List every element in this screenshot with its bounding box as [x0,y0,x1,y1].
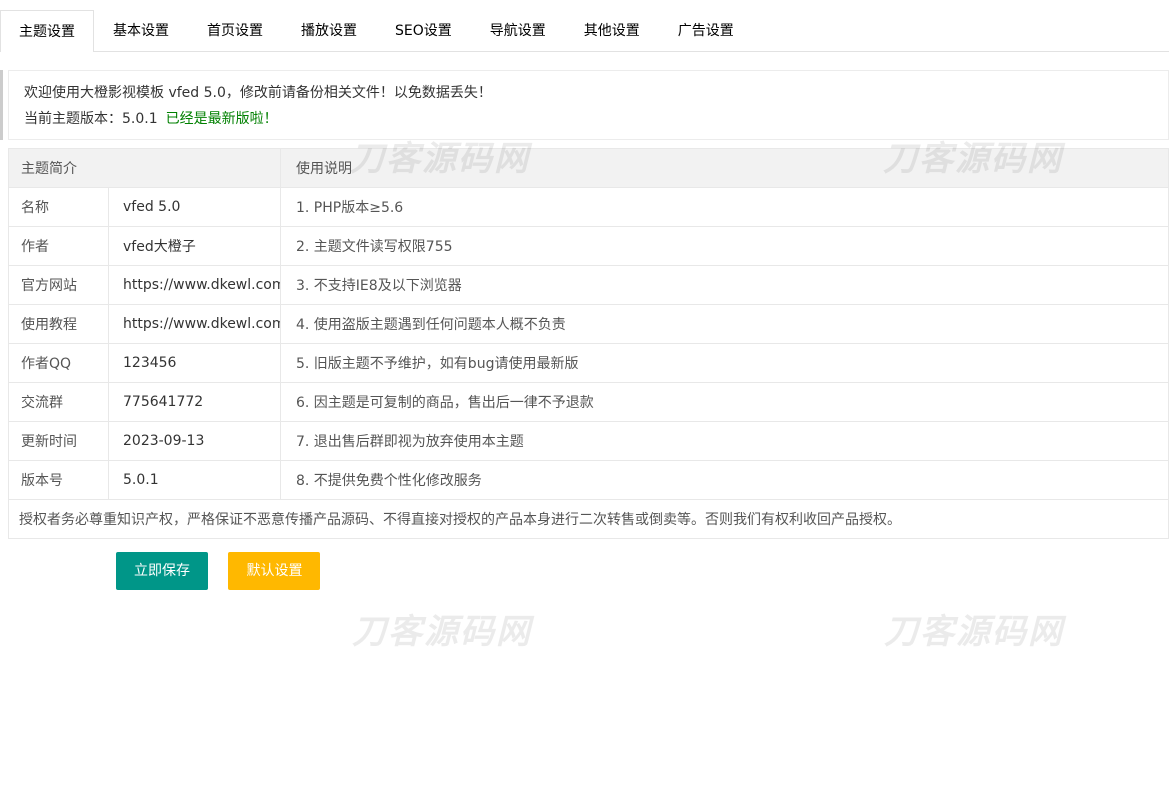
row-label: 版本号 [9,461,109,500]
tab-list: 主题设置 基本设置 首页设置 播放设置 SEO设置 导航设置 其他设置 广告设置 [0,10,1169,52]
current-version-value: 5.0.1 [122,111,158,127]
row-label: 使用教程 [9,305,109,344]
usage-note: 1. PHP版本≥5.6 [281,188,1169,227]
usage-note: 8. 不提供免费个性化修改服务 [281,461,1169,500]
row-value-official-site-link: https://www.dkewl.com [109,266,281,305]
settings-tab-bar: 主题设置 基本设置 首页设置 播放设置 SEO设置 导航设置 其他设置 广告设置 [0,0,1169,52]
row-value: 123456 [109,344,281,383]
row-label: 名称 [9,188,109,227]
row-value: 5.0.1 [109,461,281,500]
usage-note: 4. 使用盗版主题遇到任何问题本人概不负责 [281,305,1169,344]
theme-info-table: 主题简介 使用说明 名称 vfed 5.0 1. PHP版本≥5.6 作者 vf… [8,148,1169,539]
default-settings-button[interactable]: 默认设置 [228,552,320,590]
notice-line-2: 当前主题版本：5.0.1 已经是最新版啦！ [24,106,1153,132]
column-header-usage-notes: 使用说明 [281,149,1169,188]
usage-note: 2. 主题文件读写权限755 [281,227,1169,266]
table-row: 官方网站 https://www.dkewl.com 3. 不支持IE8及以下浏… [9,266,1169,305]
tab-playback-settings[interactable]: 播放设置 [282,10,376,52]
notice-left-accent [0,70,3,140]
table-footer-row: 授权者务必尊重知识产权，严格保证不恶意传播产品源码、不得直接对授权的产品本身进行… [9,500,1169,539]
action-button-row: 立即保存 默认设置 [116,552,1169,590]
row-label: 交流群 [9,383,109,422]
table-row: 版本号 5.0.1 8. 不提供免费个性化修改服务 [9,461,1169,500]
usage-note: 3. 不支持IE8及以下浏览器 [281,266,1169,305]
tab-seo-settings[interactable]: SEO设置 [376,10,471,52]
tab-other-settings[interactable]: 其他设置 [565,10,659,52]
tab-bar-divider [0,51,1169,52]
tab-nav-settings[interactable]: 导航设置 [471,10,565,52]
usage-note: 6. 因主题是可复制的商品，售出后一律不予退款 [281,383,1169,422]
table-row: 作者 vfed大橙子 2. 主题文件读写权限755 [9,227,1169,266]
row-label: 作者QQ [9,344,109,383]
tab-theme-settings[interactable]: 主题设置 [0,10,94,52]
row-value: 2023-09-13 [109,422,281,461]
table-header-row: 主题简介 使用说明 [9,149,1169,188]
tab-ad-settings[interactable]: 广告设置 [659,10,753,52]
table-row: 更新时间 2023-09-13 7. 退出售后群即视为放弃使用本主题 [9,422,1169,461]
usage-note: 7. 退出售后群即视为放弃使用本主题 [281,422,1169,461]
row-value-tutorial-link: https://www.dkewl.com [109,305,281,344]
row-value: vfed大橙子 [109,227,281,266]
current-version-label: 当前主题版本： [24,111,122,127]
watermark-text: 刀客源码网 [352,604,532,653]
table-row: 交流群 775641772 6. 因主题是可复制的商品，售出后一律不予退款 [9,383,1169,422]
table-row: 使用教程 https://www.dkewl.com 4. 使用盗版主题遇到任何… [9,305,1169,344]
row-label: 更新时间 [9,422,109,461]
row-value: vfed 5.0 [109,188,281,227]
notice-line-1: 欢迎使用大橙影视模板 vfed 5.0，修改前请备份相关文件！以免数据丢失！ [24,80,1153,106]
row-value: 775641772 [109,383,281,422]
welcome-notice: 欢迎使用大橙影视模板 vfed 5.0，修改前请备份相关文件！以免数据丢失！ 当… [8,70,1169,140]
license-warning-text: 授权者务必尊重知识产权，严格保证不恶意传播产品源码、不得直接对授权的产品本身进行… [9,500,1169,539]
tab-homepage-settings[interactable]: 首页设置 [188,10,282,52]
usage-note: 5. 旧版主题不予维护，如有bug请使用最新版 [281,344,1169,383]
table-row: 作者QQ 123456 5. 旧版主题不予维护，如有bug请使用最新版 [9,344,1169,383]
column-header-theme-intro: 主题简介 [9,149,281,188]
save-button[interactable]: 立即保存 [116,552,208,590]
tab-basic-settings[interactable]: 基本设置 [94,10,188,52]
row-label: 官方网站 [9,266,109,305]
latest-version-badge: 已经是最新版啦！ [166,111,278,127]
table-row: 名称 vfed 5.0 1. PHP版本≥5.6 [9,188,1169,227]
row-label: 作者 [9,227,109,266]
watermark-text: 刀客源码网 [884,604,1064,653]
